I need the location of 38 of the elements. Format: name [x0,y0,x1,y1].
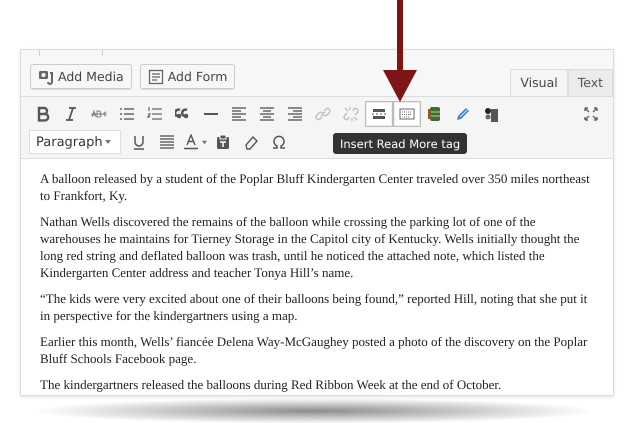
unlink-icon [343,106,359,122]
fullscreen-icon [583,106,599,122]
read-more-icon [371,106,387,122]
format-dropdown[interactable]: Paragraph [29,130,121,154]
caret-icon [104,138,112,146]
stack-icon [427,106,443,122]
editor-tab[interactable]: Visual [510,69,568,96]
editor-content[interactable] [21,159,613,395]
paragraph: The kindergartners released the balloons during Red Ribbon Week at the end of October. [40,376,502,393]
toolbar-button[interactable] [365,101,393,127]
editor-tab[interactable]: Text [568,69,613,96]
underline-icon [131,134,147,150]
omega-icon [271,134,287,150]
italic-icon [63,106,79,122]
bold-icon [35,106,51,122]
media-icon [38,68,54,84]
paragraph: Nathan Wells discovered the remains of the balloon while crossing the parking lot of one of the warehouses he maintains for Tierney Storage in the Capitol city of Kentucky. Wells initially thought the long red string and deflated balloon was trash, until he noticed the attached note, which listed the Kindergarten Center address and teacher Tonya Hill’s name. [40,213,580,281]
add-media-button[interactable]: Add Media [30,64,132,89]
justify-icon [159,134,175,150]
align-left-icon [231,106,247,122]
caret-icon [200,138,208,146]
horizontal-line-icon [203,112,219,116]
pencil-icon [455,106,471,122]
paragraph: Earlier this month, Wells’ fiancée Delena Way-McGaughey posted a photo of the discovery on the Poplar Bluff Schools Facebook page. [40,333,588,367]
link-icon [315,106,331,122]
keyboard-icon [399,106,415,122]
text-color-icon [182,134,198,150]
eraser-icon [243,134,259,150]
paragraph: “The kids were very excited about one of their balloons being found,” reported Hill, noting that she put it in perspective for the kindergartners using a map. [40,290,588,324]
clipboard-icon [215,134,231,150]
tooltip-text: Insert Read More tag [340,136,460,150]
paragraph: A balloon released by a student of the Poplar Bluff Kindergarten Center traveled over 350 miles northeast to Frankfort, Ky. [40,170,591,204]
form-icon [148,68,164,84]
bulleted-list-icon [119,106,135,122]
align-center-icon [259,106,275,122]
numbered-list-icon [147,106,163,122]
align-right-icon [287,106,303,122]
add-form-button[interactable]: Add Form [140,64,236,89]
